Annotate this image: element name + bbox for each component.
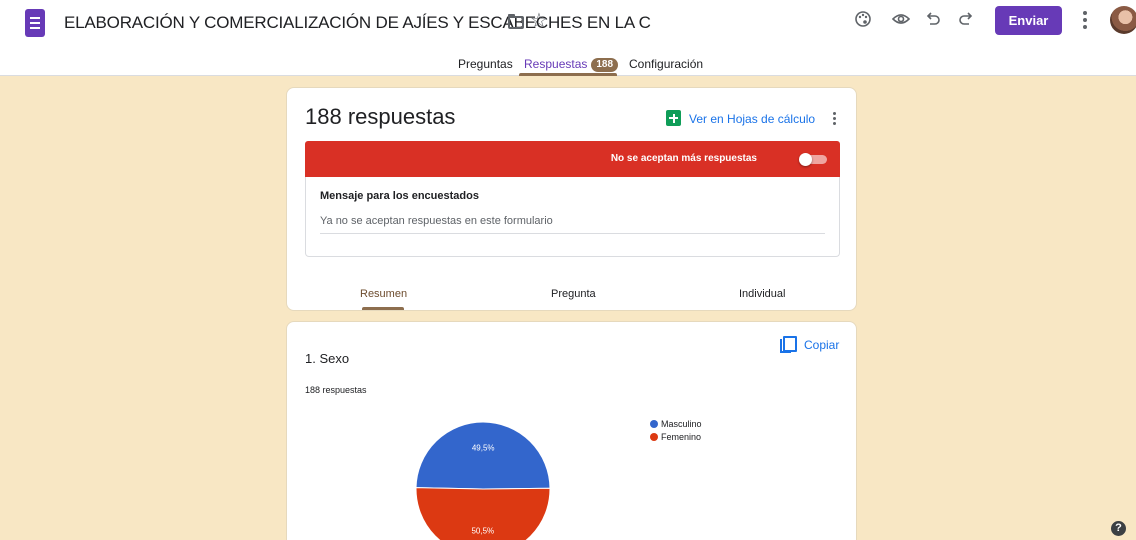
more-options-icon[interactable] <box>1080 10 1090 30</box>
legend-label: Masculino <box>661 419 702 429</box>
legend-swatch <box>650 420 658 428</box>
closed-banner-text: No se aceptan más respuestas <box>610 153 757 164</box>
active-subtab-indicator <box>362 307 404 310</box>
avatar[interactable] <box>1110 6 1136 34</box>
subtab-individual[interactable]: Individual <box>739 288 785 300</box>
tab-respuestas[interactable]: Respuestas 188 <box>524 57 619 72</box>
tab-respuestas-label: Respuestas <box>524 57 588 71</box>
respondent-message-box: Mensaje para los encuestados Ya no se ac… <box>305 177 840 257</box>
question-response-count: 188 respuestas <box>305 385 367 395</box>
pie-slice-label: 50,5% <box>471 527 494 536</box>
responses-count-badge: 188 <box>591 58 619 72</box>
responses-count-title: 188 respuestas <box>305 104 456 129</box>
main-tabs: Preguntas Respuestas 188 Configuración <box>0 52 1136 76</box>
copy-icon <box>780 336 797 353</box>
message-title: Mensaje para los encuestados <box>320 190 479 202</box>
legend-label: Femenino <box>661 432 702 442</box>
help-icon[interactable]: ? <box>1111 521 1126 536</box>
subtab-pregunta[interactable]: Pregunta <box>551 288 596 300</box>
pie-slice-masculino[interactable] <box>415 421 551 490</box>
forms-logo-icon[interactable] <box>25 9 45 37</box>
pie-chart: 49,5% 50,5% <box>415 421 551 540</box>
question-title: 1. Sexo <box>305 351 350 366</box>
responses-summary-card: 188 respuestas Ver en Hojas de cálculo N… <box>286 87 857 311</box>
responses-closed-banner: No se aceptan más respuestas <box>305 141 840 177</box>
sheets-link-label: Ver en Hojas de cálculo <box>689 112 816 126</box>
sheets-icon <box>666 110 681 126</box>
app-header: ELABORACIÓN Y COMERCIALIZACIÓN DE AJÍES … <box>0 0 1136 76</box>
legend-swatch <box>650 433 658 441</box>
move-to-folder-icon[interactable] <box>508 14 524 29</box>
preview-icon[interactable] <box>890 10 912 32</box>
message-input-underline <box>320 233 825 234</box>
star-icon[interactable]: ☆ <box>530 10 548 32</box>
subtab-resumen[interactable]: Resumen <box>360 288 407 300</box>
message-input[interactable]: Ya no se aceptan respuestas en este form… <box>320 215 553 227</box>
card-more-options-icon[interactable] <box>831 112 837 128</box>
accepting-responses-toggle[interactable] <box>799 153 827 166</box>
undo-icon[interactable] <box>922 10 944 32</box>
pie-slice-label: 49,5% <box>472 443 495 452</box>
tab-configuracion[interactable]: Configuración <box>629 57 703 71</box>
send-button[interactable]: Enviar <box>995 6 1062 35</box>
active-tab-indicator <box>519 73 617 76</box>
redo-icon[interactable] <box>955 10 977 32</box>
tab-preguntas[interactable]: Preguntas <box>458 57 513 71</box>
form-title[interactable]: ELABORACIÓN Y COMERCIALIZACIÓN DE AJÍES … <box>64 13 651 33</box>
palette-icon[interactable] <box>852 10 874 32</box>
question-summary-card: Copiar 1. Sexo 188 respuestas 49,5% 50,5%… <box>286 321 857 540</box>
toggle-knob <box>799 153 812 166</box>
copy-label: Copiar <box>804 338 840 352</box>
